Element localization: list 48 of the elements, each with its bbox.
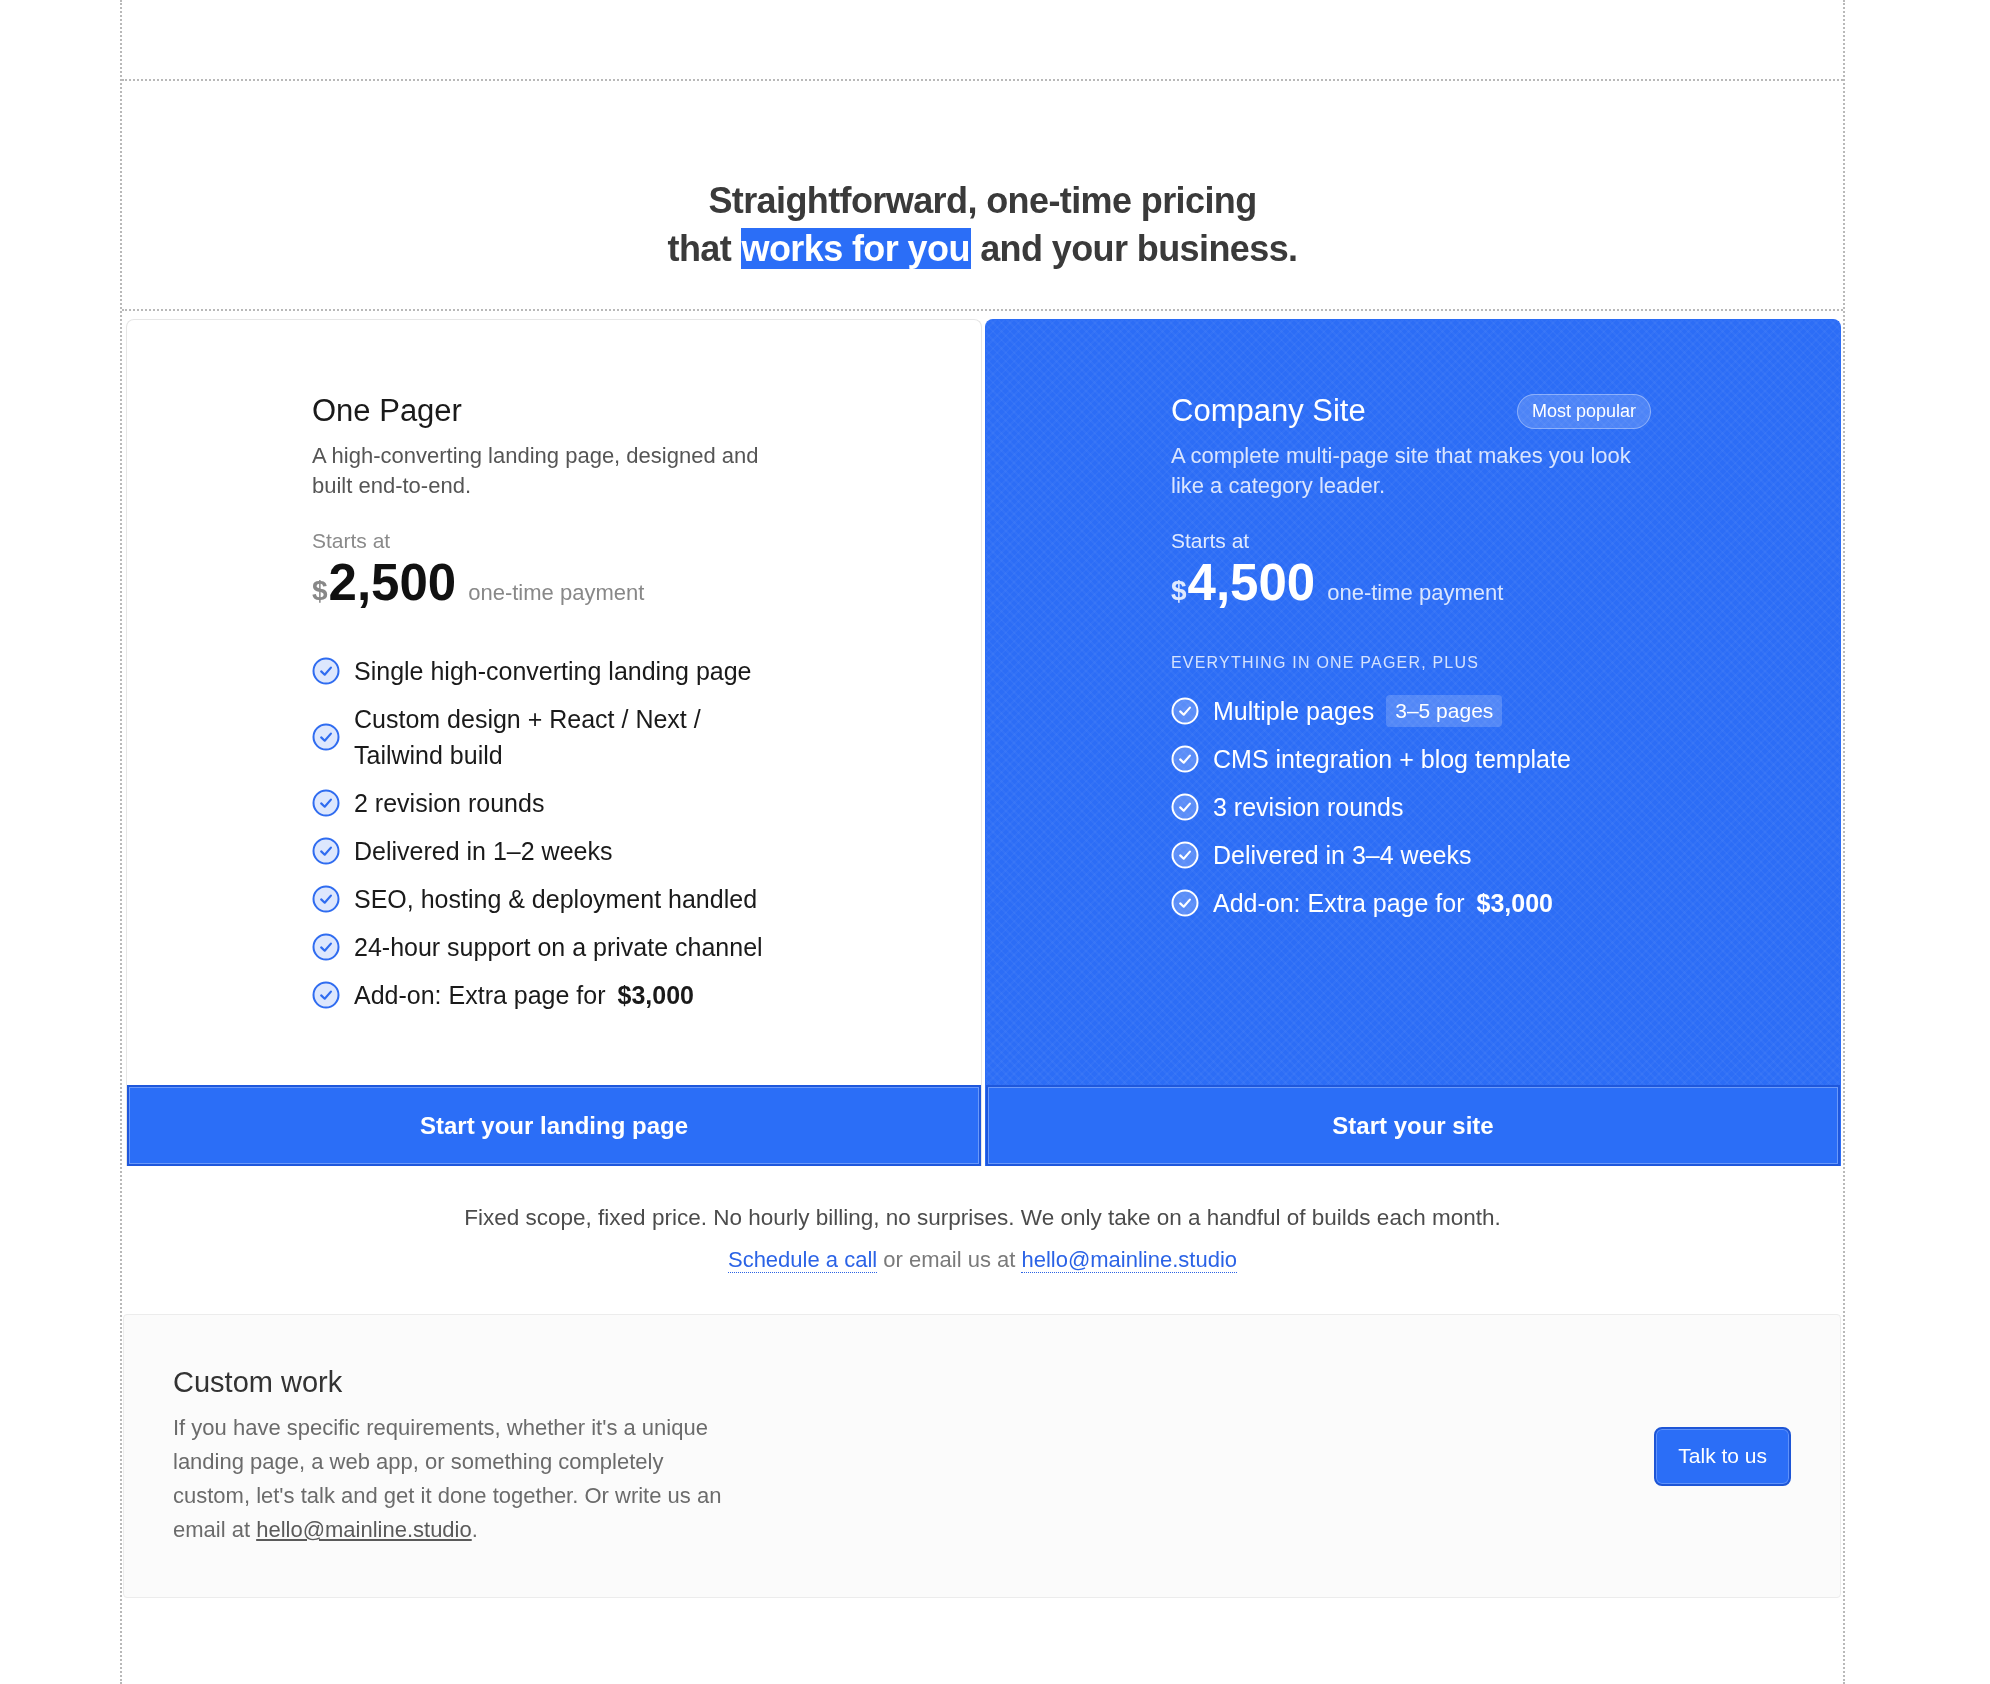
check-circle-icon xyxy=(1171,841,1199,869)
email-link[interactable]: hello@mainline.studio xyxy=(1021,1247,1238,1273)
feature-text: Add-on: Extra page for $3,000 xyxy=(1213,888,1553,919)
price-label: Starts at xyxy=(1171,528,1251,554)
feature-text: Custom design + React / Next / Tailwind build xyxy=(354,704,702,771)
check-circle-icon xyxy=(1171,889,1199,917)
plan-name: One Pager xyxy=(312,392,462,430)
feature-text: 2 revision rounds xyxy=(354,788,545,819)
check-circle-icon xyxy=(312,933,340,961)
plan-button[interactable]: Start your landing page xyxy=(127,1085,981,1166)
plan-price: $2,500 xyxy=(312,555,457,613)
schedule-call-link[interactable]: Schedule a call xyxy=(727,1247,878,1273)
plan-description: A complete multi-page site that makes you look like a category leader. xyxy=(1171,442,1632,500)
check-circle-icon xyxy=(1171,745,1199,773)
check-circle-icon xyxy=(312,981,340,1009)
check-circle-icon xyxy=(312,789,340,817)
check-circle-icon xyxy=(1171,697,1199,725)
plan-price: $4,500 xyxy=(1171,555,1316,613)
feature-text: SEO, hosting & deployment handled xyxy=(354,884,758,915)
check-circle-icon xyxy=(1171,793,1199,821)
feature-text: Add-on: Extra page for $3,000 xyxy=(354,980,694,1011)
features-heading: EVERYTHING IN ONE PAGER, PLUS xyxy=(1171,653,1481,673)
feature-text: Multiple pages xyxy=(1213,696,1375,727)
check-circle-icon xyxy=(312,885,340,913)
plan-button[interactable]: Start your site xyxy=(986,1085,1840,1166)
pricing-heading: Straightforward, one-time pricing that works for you and your business. xyxy=(666,179,1299,271)
feature-text: CMS integration + blog template xyxy=(1213,744,1571,775)
feature-text: Delivered in 3–4 weeks xyxy=(1213,840,1472,871)
pricing-note: Fixed scope, fixed price. No hourly billing, no surprises. We only take on a handful of builds each month. xyxy=(463,1204,1502,1232)
check-circle-icon xyxy=(312,723,340,751)
plan-name: Company Site xyxy=(1171,392,1366,430)
feature-text: Delivered in 1–2 weeks xyxy=(354,836,613,867)
email-link[interactable]: hello@mainline.studio xyxy=(256,1517,472,1542)
feature-text: Single high-converting landing page xyxy=(354,656,752,687)
feature-text: 3 revision rounds xyxy=(1213,792,1404,823)
custom-work-text: If you have specific requirements, whether it's a unique landing page, a web app, or something completely custom, let's talk and get it done together. Or write us an email at hello@mainline.studio. xyxy=(173,1414,723,1544)
price-label: Starts at xyxy=(312,528,392,554)
feature-tag: 3–5 pages xyxy=(1386,695,1503,727)
custom-work-title: Custom work xyxy=(173,1365,344,1399)
feature-text: 24-hour support on a private channel xyxy=(354,932,763,963)
contact-line: Schedule a call or email us at hello@mainline.studio xyxy=(726,1246,1239,1275)
price-note: one-time payment xyxy=(468,580,645,606)
price-note: one-time payment xyxy=(1327,580,1504,606)
popular-badge: Most popular xyxy=(1516,393,1651,429)
talk-button[interactable]: Talk to us xyxy=(1654,1426,1791,1486)
check-circle-icon xyxy=(312,657,340,685)
check-circle-icon xyxy=(312,837,340,865)
plan-description: A high-converting landing page, designed and built end-to-end. xyxy=(312,442,760,500)
